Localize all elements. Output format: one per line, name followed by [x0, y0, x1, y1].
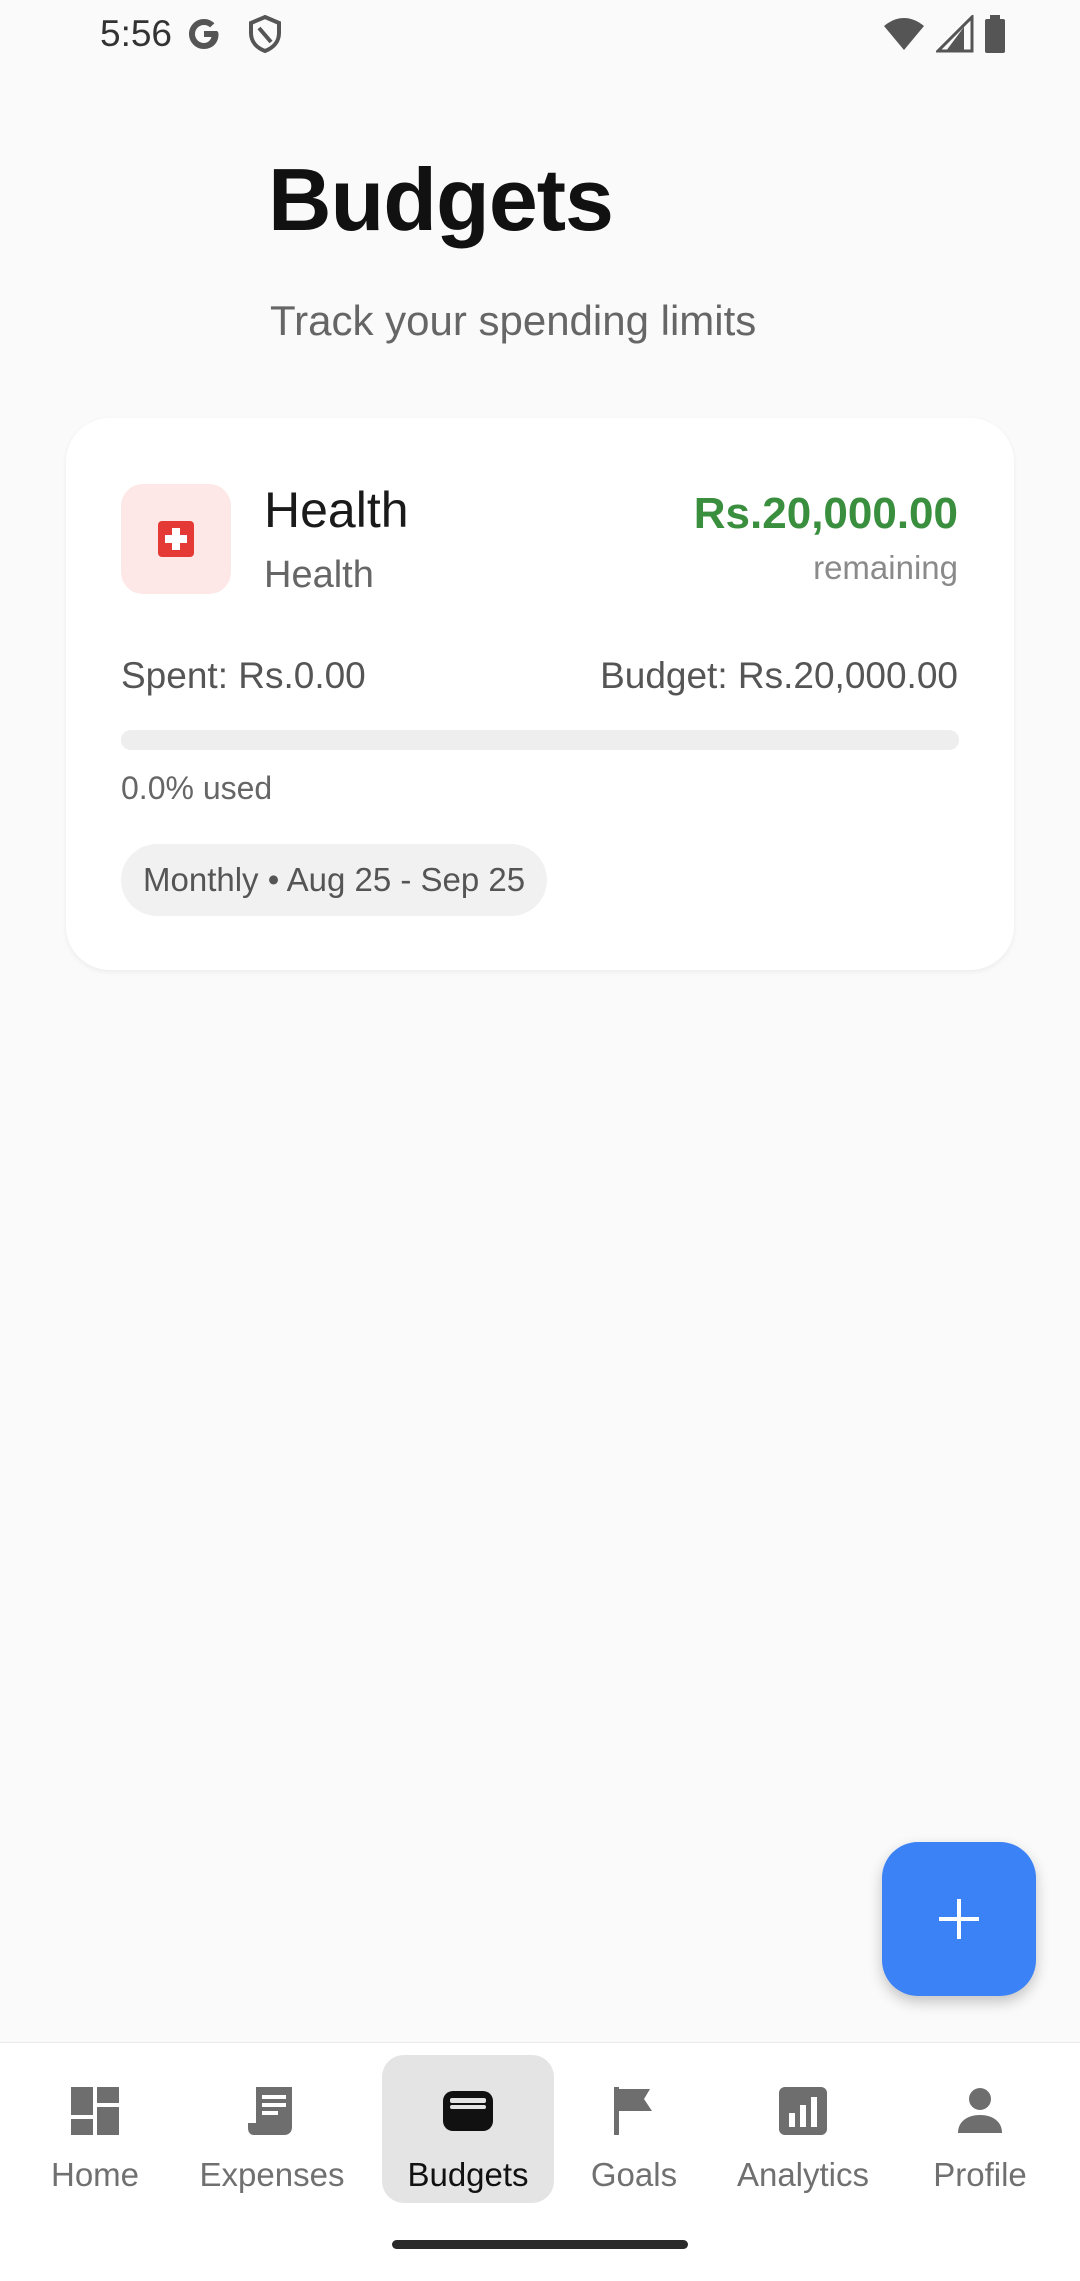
receipt-icon: [248, 2087, 292, 2135]
nav-item-analytics[interactable]: Analytics: [720, 2055, 886, 2203]
period-chip: Monthly • Aug 25 - Sep 25: [121, 844, 548, 916]
spent-amount: Spent: Rs.0.00: [121, 655, 366, 696]
status-time: 5:56: [100, 13, 173, 54]
remaining-amount: Rs.20,000.00: [693, 489, 958, 538]
dashboard-icon: [71, 2087, 119, 2135]
category-icon-box: [121, 484, 231, 594]
signal-icon: [936, 15, 974, 53]
budget-card-health[interactable]: Health Health Rs.20,000.00 remaining Spe…: [66, 418, 1014, 970]
nav-label-analytics: Analytics: [736, 2156, 870, 2193]
add-budget-button[interactable]: [882, 1842, 1036, 1996]
used-percentage: 0.0% used: [121, 770, 273, 806]
nav-item-home[interactable]: Home: [16, 2055, 174, 2203]
medical-cross-icon: [158, 521, 194, 557]
nav-label-goals: Goals: [590, 2156, 678, 2193]
shield-icon: [249, 14, 281, 54]
plus-icon: [939, 1899, 979, 1939]
budget-progress-bar: [121, 730, 959, 750]
nav-item-expenses[interactable]: Expenses: [186, 2055, 358, 2203]
wallet-icon: [443, 2091, 493, 2131]
nav-item-budgets[interactable]: Budgets: [382, 2055, 554, 2203]
nav-label-expenses: Expenses: [199, 2156, 345, 2193]
nav-item-goals[interactable]: Goals: [572, 2055, 696, 2203]
nav-item-profile[interactable]: Profile: [906, 2055, 1054, 2203]
page-subtitle: Track your spending limits: [270, 297, 757, 344]
budget-amount: Budget: Rs.20,000.00: [600, 655, 958, 696]
google-g-icon: [189, 19, 219, 49]
flag-icon: [614, 2087, 652, 2135]
battery-icon: [985, 15, 1005, 53]
nav-label-home: Home: [50, 2156, 140, 2193]
status-bar: 5:56: [0, 0, 1080, 68]
nav-label-profile: Profile: [933, 2156, 1027, 2193]
analytics-icon: [779, 2087, 827, 2135]
budget-title: Health: [264, 482, 409, 538]
person-icon: [958, 2088, 1002, 2133]
home-indicator[interactable]: [392, 2240, 688, 2249]
wifi-icon: [884, 18, 924, 50]
status-icons: [882, 14, 1006, 54]
budget-category: Health: [264, 554, 374, 596]
page-title: Budgets: [268, 150, 614, 249]
nav-label-budgets: Budgets: [407, 2156, 529, 2193]
remaining-label: remaining: [813, 549, 958, 586]
